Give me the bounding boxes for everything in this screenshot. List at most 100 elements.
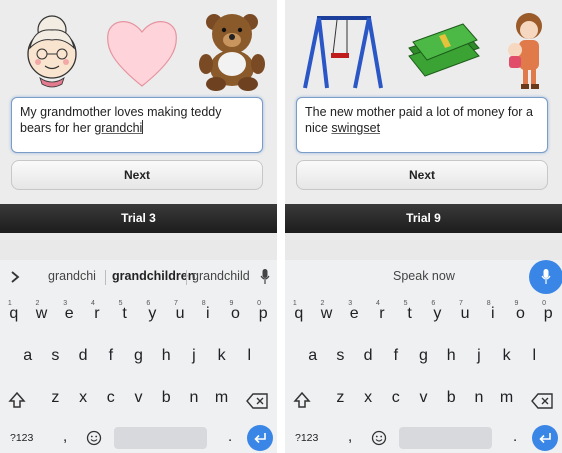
key-j[interactable]: j <box>467 347 491 365</box>
key-q[interactable]: q <box>2 305 26 323</box>
key-c[interactable]: c <box>99 389 123 407</box>
shift-key-icon[interactable] <box>8 391 26 409</box>
microphone-icon <box>541 269 551 284</box>
key-z[interactable]: z <box>328 389 352 407</box>
suggestion-1[interactable]: grandchi <box>48 269 96 283</box>
key-d[interactable]: d <box>71 347 95 365</box>
image-row <box>285 0 562 96</box>
key-w[interactable]: w <box>30 305 54 323</box>
key-d[interactable]: d <box>356 347 380 365</box>
suggestion-divider <box>105 270 106 285</box>
symbols-key[interactable]: ?123 <box>10 432 33 444</box>
emoji-icon[interactable] <box>371 430 387 446</box>
key-l[interactable]: l <box>237 347 261 365</box>
next-button[interactable]: Next <box>296 160 548 190</box>
key-i[interactable]: i <box>196 305 220 323</box>
symbols-key[interactable]: ?123 <box>295 432 318 444</box>
keyboard: Speak now 1q2w3e4r5t6y7u8i9o0pasdfghjklz… <box>285 260 562 453</box>
enter-icon <box>254 433 266 444</box>
key-c[interactable]: c <box>384 389 408 407</box>
key-f[interactable]: f <box>99 347 123 365</box>
comma-key[interactable]: , <box>63 428 67 445</box>
sentence-input[interactable]: The new mother paid a lot of money for a… <box>296 97 548 153</box>
key-b[interactable]: b <box>439 389 463 407</box>
emoji-icon[interactable] <box>86 430 102 446</box>
key-w[interactable]: w <box>315 305 339 323</box>
microphone-button[interactable] <box>529 260 562 294</box>
key-r[interactable]: r <box>370 305 394 323</box>
trial-label: Trial 9 <box>285 204 562 233</box>
key-p[interactable]: p <box>536 305 560 323</box>
space-bar[interactable] <box>114 427 207 449</box>
heart-image <box>107 21 177 87</box>
sentence-input[interactable]: My grandmother loves making teddy bears … <box>11 97 263 153</box>
text-cursor <box>142 120 144 134</box>
trial-panel-right: The new mother paid a lot of money for a… <box>285 0 562 453</box>
key-k[interactable]: k <box>210 347 234 365</box>
spacer <box>285 233 562 260</box>
key-e[interactable]: e <box>342 305 366 323</box>
key-e[interactable]: e <box>57 305 81 323</box>
key-y[interactable]: y <box>425 305 449 323</box>
key-f[interactable]: f <box>384 347 408 365</box>
grandmother-image <box>27 15 77 88</box>
key-q[interactable]: q <box>287 305 311 323</box>
key-j[interactable]: j <box>182 347 206 365</box>
teddy-bear-image <box>199 14 265 91</box>
speak-now-label: Speak now <box>393 269 455 283</box>
key-i[interactable]: i <box>481 305 505 323</box>
key-u[interactable]: u <box>453 305 477 323</box>
chevron-right-icon[interactable] <box>10 271 20 283</box>
key-v[interactable]: v <box>412 389 436 407</box>
enter-button[interactable] <box>532 425 558 451</box>
key-x[interactable]: x <box>71 389 95 407</box>
trial-panel-left: My grandmother loves making teddy bears … <box>0 0 277 453</box>
key-o[interactable]: o <box>508 305 532 323</box>
key-r[interactable]: r <box>85 305 109 323</box>
key-g[interactable]: g <box>412 347 436 365</box>
space-bar[interactable] <box>399 427 492 449</box>
key-p[interactable]: p <box>251 305 275 323</box>
key-t[interactable]: t <box>398 305 422 323</box>
mother-with-baby-image <box>508 13 542 89</box>
key-a[interactable]: a <box>301 347 325 365</box>
key-b[interactable]: b <box>154 389 178 407</box>
comma-key[interactable]: , <box>348 428 352 445</box>
key-t[interactable]: t <box>113 305 137 323</box>
key-s[interactable]: s <box>43 347 67 365</box>
money-image <box>408 23 480 77</box>
key-o[interactable]: o <box>223 305 247 323</box>
key-n[interactable]: n <box>182 389 206 407</box>
key-h[interactable]: h <box>154 347 178 365</box>
key-z[interactable]: z <box>43 389 67 407</box>
key-s[interactable]: s <box>328 347 352 365</box>
key-l[interactable]: l <box>522 347 546 365</box>
voice-strip: Speak now <box>285 260 562 294</box>
key-g[interactable]: g <box>127 347 151 365</box>
key-u[interactable]: u <box>168 305 192 323</box>
enter-icon <box>539 433 551 444</box>
period-key[interactable]: . <box>228 428 232 445</box>
key-k[interactable]: k <box>495 347 519 365</box>
enter-button[interactable] <box>247 425 273 451</box>
suggestion-3[interactable]: grandchild <box>192 269 250 283</box>
shift-key-icon[interactable] <box>293 391 311 409</box>
key-a[interactable]: a <box>16 347 40 365</box>
backspace-icon[interactable] <box>531 393 553 409</box>
current-word: grandchi <box>94 121 143 135</box>
key-h[interactable]: h <box>439 347 463 365</box>
suggestion-divider <box>186 270 187 285</box>
period-key[interactable]: . <box>513 428 517 445</box>
suggestion-2[interactable]: grandchildren <box>112 269 195 283</box>
key-v[interactable]: v <box>127 389 151 407</box>
key-y[interactable]: y <box>140 305 164 323</box>
key-m[interactable]: m <box>495 389 519 407</box>
key-n[interactable]: n <box>467 389 491 407</box>
image-row <box>0 0 277 96</box>
next-button[interactable]: Next <box>11 160 263 190</box>
spacer <box>0 233 277 260</box>
microphone-icon[interactable] <box>260 269 270 285</box>
key-m[interactable]: m <box>210 389 234 407</box>
backspace-icon[interactable] <box>246 393 268 409</box>
key-x[interactable]: x <box>356 389 380 407</box>
